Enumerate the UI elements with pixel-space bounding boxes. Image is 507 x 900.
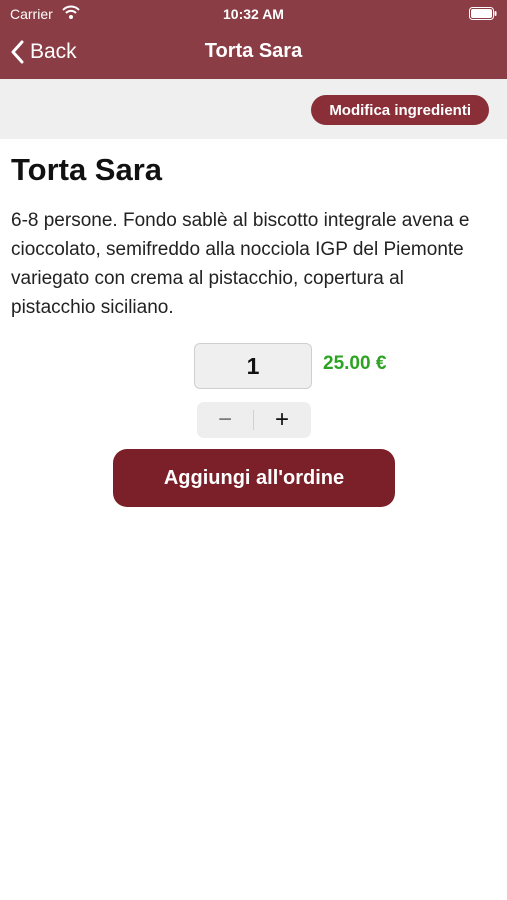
screen: Carrier 10:32 AM Back Torta Sara Modific…: [0, 0, 507, 900]
quantity-stepper: − +: [197, 402, 311, 438]
price-label: 25.00 €: [323, 353, 387, 374]
product-description: 6-8 persone. Fondo sablè al biscotto int…: [11, 210, 470, 318]
nav-title: Torta Sara: [204, 40, 303, 62]
navigation-bar: Back Torta Sara: [0, 28, 507, 79]
toolbar: Modifica ingredienti: [0, 79, 507, 139]
decrement-button[interactable]: −: [197, 402, 253, 438]
product-title: Torta Sara: [11, 152, 163, 187]
status-time: 10:32 AM: [223, 6, 284, 22]
increment-button[interactable]: +: [254, 402, 310, 438]
header: Carrier 10:32 AM Back Torta Sara: [0, 0, 507, 79]
add-to-order-button[interactable]: Aggiungi all'ordine: [113, 449, 395, 507]
battery-icon: [469, 7, 497, 20]
modify-ingredients-button[interactable]: Modifica ingredienti: [311, 95, 489, 125]
status-bar: Carrier 10:32 AM: [0, 0, 507, 28]
quantity-field[interactable]: 1: [194, 343, 312, 389]
